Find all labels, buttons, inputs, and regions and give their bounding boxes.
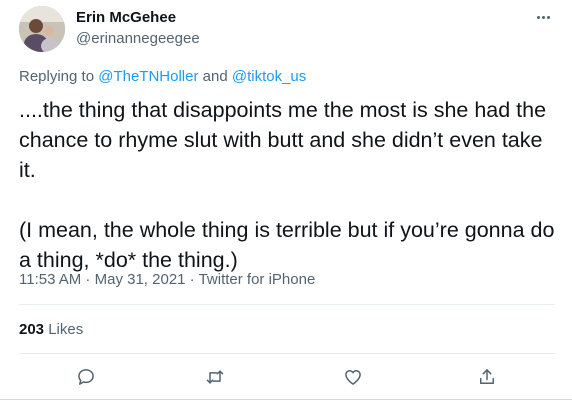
avatar-photo <box>19 6 65 52</box>
tweet-time[interactable]: 11:53 AM <box>19 271 81 288</box>
divider <box>19 304 555 305</box>
avatar[interactable] <box>19 6 65 52</box>
author-handle[interactable]: @erinannegeegee <box>76 30 200 47</box>
reply-mention-thetnholler[interactable]: @TheTNHoller <box>98 68 198 85</box>
share-icon[interactable] <box>474 364 500 390</box>
tweet-text: ....the thing that disappoints me the mo… <box>19 95 555 275</box>
tweet-card: Erin McGehee @erinannegeegee Replying to… <box>0 0 572 400</box>
tweet-date[interactable]: May 31, 2021 <box>95 271 186 288</box>
meta-separator: · <box>81 271 95 288</box>
retweet-icon[interactable] <box>202 364 228 390</box>
replying-to: Replying to @TheTNHoller and @tiktok_us <box>19 68 306 85</box>
heart-icon[interactable] <box>340 364 366 390</box>
likes-label: Likes <box>44 321 84 338</box>
replying-prefix: Replying to <box>19 68 99 85</box>
likes-number: 203 <box>19 321 45 338</box>
reply-mention-tiktok[interactable]: @tiktok_us <box>232 68 306 85</box>
divider <box>19 353 555 354</box>
tweet-meta: 11:53 AM · May 31, 2021 · Twitter for iP… <box>19 271 315 288</box>
replying-and: and <box>198 68 232 85</box>
reply-icon[interactable] <box>73 364 99 390</box>
tweet-paragraph-2: (I mean, the whole thing is terrible but… <box>19 218 555 272</box>
likes-count[interactable]: 203 Likes <box>19 321 83 338</box>
meta-separator: · <box>185 271 199 288</box>
tweet-source[interactable]: Twitter for iPhone <box>199 271 316 288</box>
tweet-paragraph-1: ....the thing that disappoints me the mo… <box>19 98 547 182</box>
action-bar <box>0 364 572 390</box>
more-options-icon[interactable] <box>531 10 555 24</box>
author-name[interactable]: Erin McGehee <box>76 9 176 26</box>
